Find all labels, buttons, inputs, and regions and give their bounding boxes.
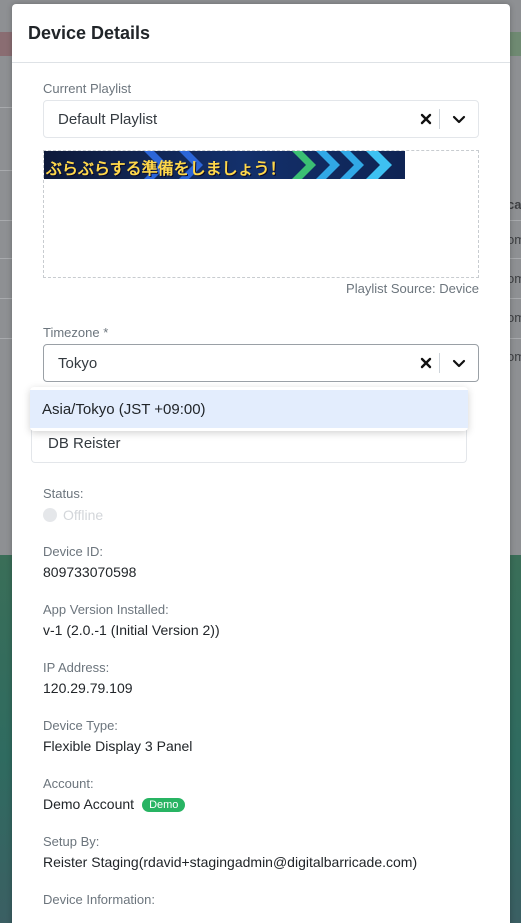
account-name: Demo Account <box>43 796 135 812</box>
account-value: Demo Account Demo <box>43 796 186 812</box>
modal-header: Device Details <box>12 4 510 63</box>
ip-address-label: IP Address: <box>43 660 110 675</box>
playlist-preview-banner: ぶらぶらする準備をしましょう！ <box>44 151 405 179</box>
status-label: Status: <box>43 486 84 501</box>
demo-badge: Demo <box>142 798 186 812</box>
app-version-value: v-1 (2.0.-1 (Initial Version 2)) <box>43 622 220 638</box>
timezone-label: Timezone * <box>43 325 109 340</box>
status-indicator: Offline <box>43 507 103 523</box>
app-version-label: App Version Installed: <box>43 602 169 617</box>
clear-icon[interactable] <box>413 113 439 125</box>
playlist-select-value: Default Playlist <box>58 110 158 128</box>
chevron-down-icon[interactable] <box>440 359 478 368</box>
account-label: Account: <box>43 776 94 791</box>
status-dot-icon <box>43 508 57 522</box>
device-id-label: Device ID: <box>43 544 103 559</box>
banner-text: ぶらぶらする準備をしましょう！ <box>46 161 286 178</box>
timezone-option[interactable]: Asia/Tokyo (JST +09:00) <box>30 390 468 428</box>
timezone-select-value: Tokyo <box>58 354 98 372</box>
chevron-down-icon[interactable] <box>440 115 478 124</box>
setup-by-value: Reister Staging(rdavid+stagingadmin@digi… <box>43 854 418 870</box>
timezone-dropdown-menu: Asia/Tokyo (JST +09:00) <box>30 387 468 431</box>
device-id-value: 809733070598 <box>43 564 137 580</box>
timezone-select[interactable]: Tokyo <box>43 344 479 382</box>
modal-title: Device Details <box>28 22 151 43</box>
setup-by-label: Setup By: <box>43 834 100 849</box>
ip-address-value: 120.29.79.109 <box>43 680 133 696</box>
device-information-label: Device Information: <box>43 892 155 907</box>
device-type-label: Device Type: <box>43 718 118 733</box>
status-value: Offline <box>63 507 104 523</box>
clear-icon[interactable] <box>413 357 439 369</box>
playlist-source: Playlist Source: Device <box>346 281 479 296</box>
playlist-preview: ぶらぶらする準備をしましょう！ <box>43 150 479 278</box>
device-type-value: Flexible Display 3 Panel <box>43 738 193 754</box>
current-playlist-label: Current Playlist <box>43 81 132 96</box>
playlist-select[interactable]: Default Playlist <box>43 100 479 138</box>
